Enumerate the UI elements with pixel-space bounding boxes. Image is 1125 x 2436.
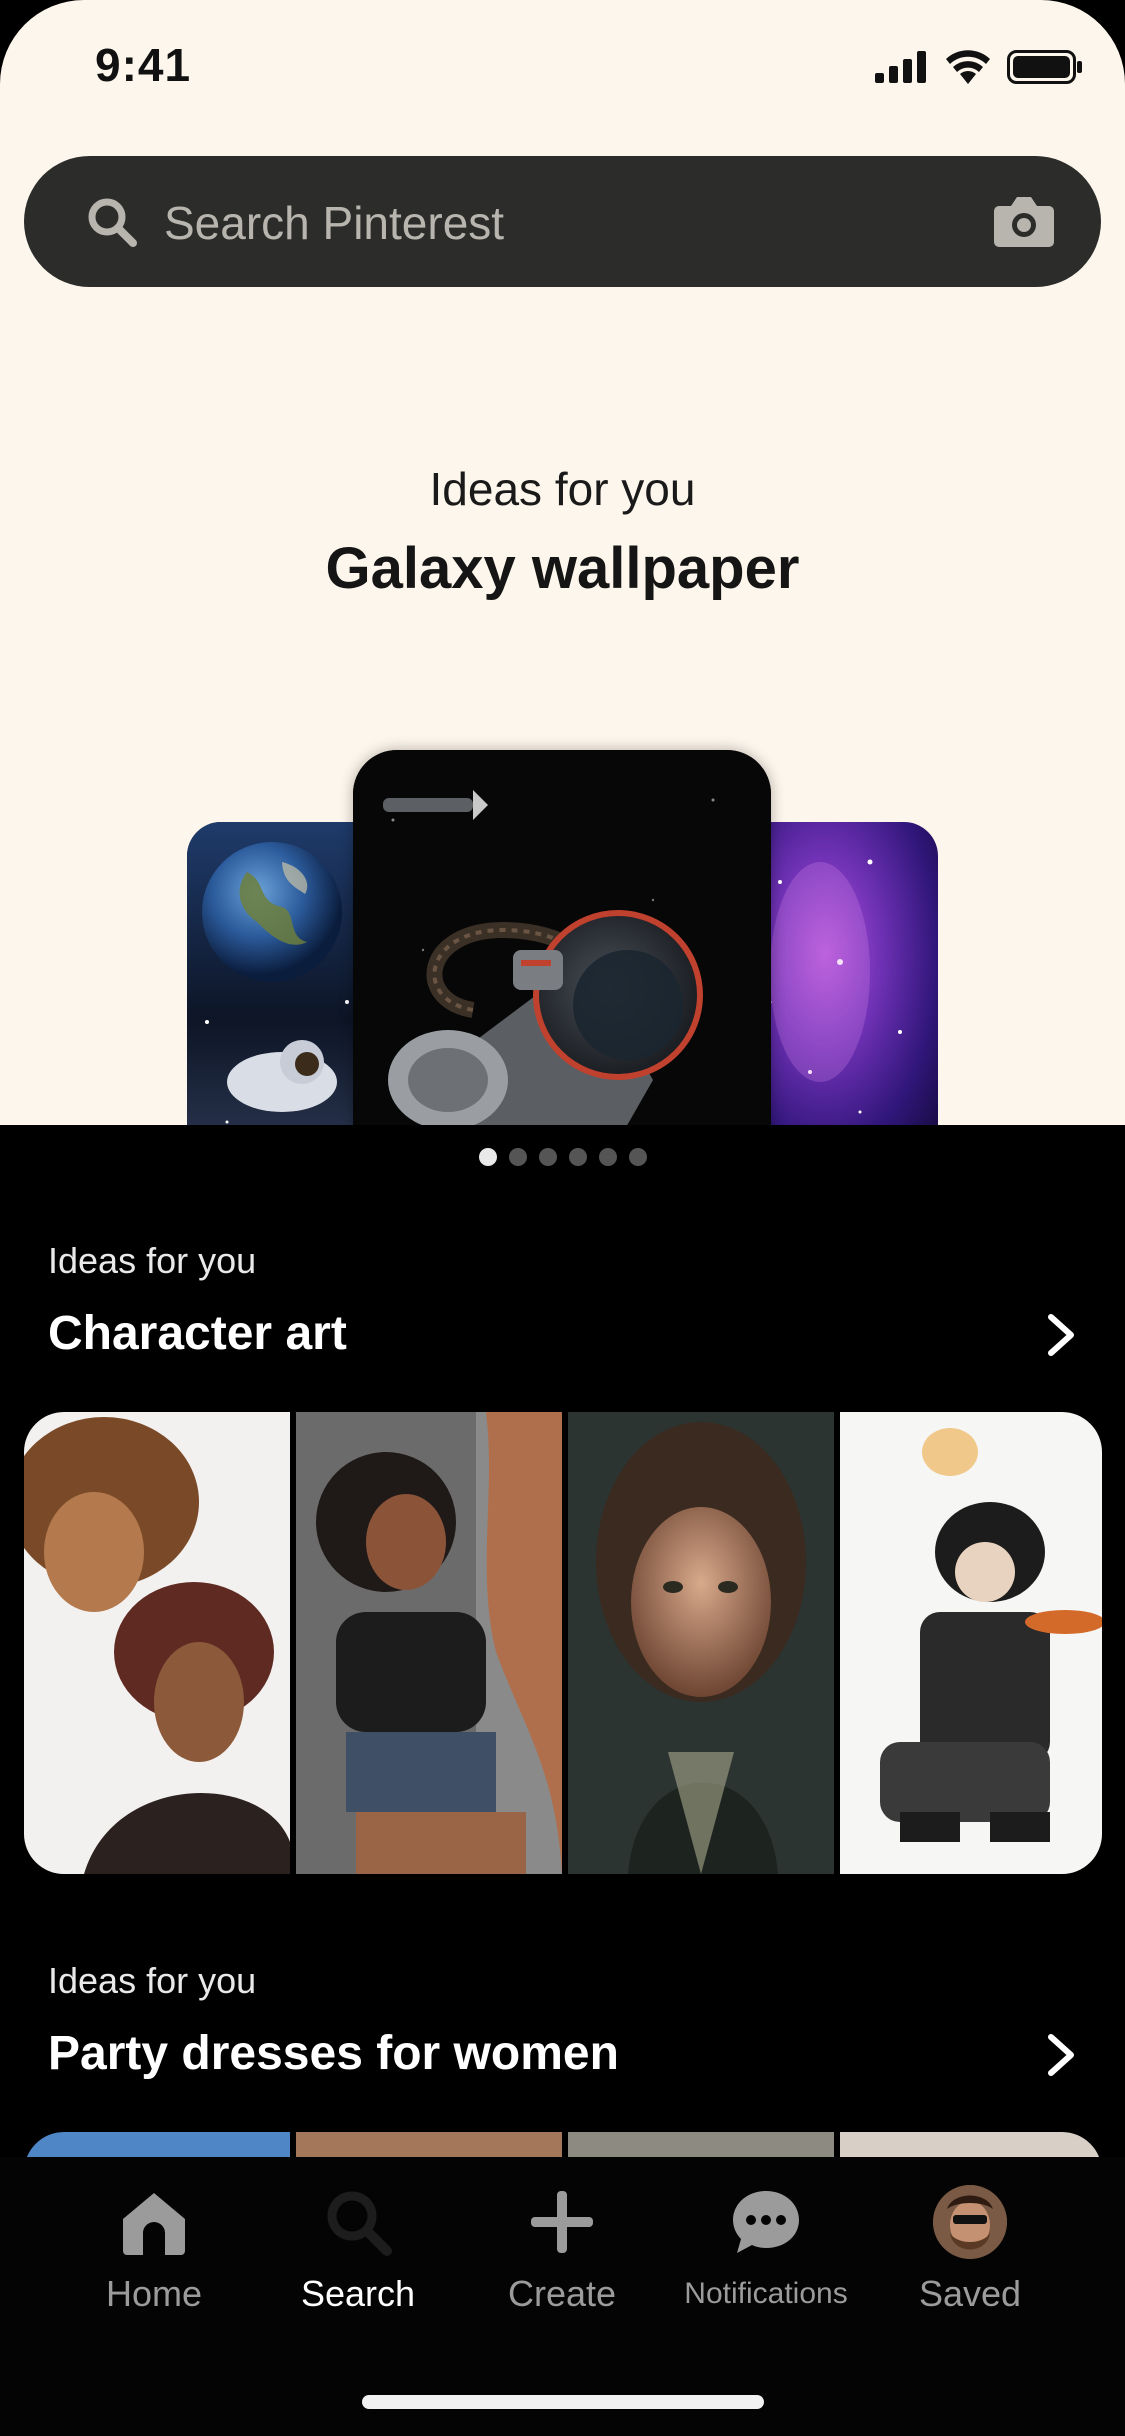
tab-home[interactable]: Home: [52, 2185, 256, 2355]
pin-thumbnail[interactable]: [568, 1412, 834, 1874]
tab-notifications-label: Notifications: [684, 2277, 848, 2310]
pin-thumbnail[interactable]: [24, 1412, 290, 1874]
pinterest-search-screen: 9:41 Search Pinterest Ideas for you Gala…: [0, 0, 1125, 2436]
chevron-right-icon[interactable]: [1045, 1313, 1077, 1357]
galaxy-wallpaper-card-nebula[interactable]: [750, 822, 938, 1125]
pin-thumbnail[interactable]: [296, 1412, 562, 1874]
chat-bubble-icon: [733, 2191, 799, 2253]
pin-thumbnail[interactable]: [840, 1412, 1102, 1874]
search-icon: [327, 2191, 392, 2256]
avatar: [933, 2185, 1007, 2259]
search-input[interactable]: Search Pinterest: [164, 196, 504, 250]
carousel-dot-2[interactable]: [508, 1148, 527, 1166]
search-icon: [88, 198, 137, 247]
section-label-character-art: Ideas for you: [48, 1240, 257, 1281]
carousel-dot-5[interactable]: [598, 1148, 617, 1166]
hero-title[interactable]: Galaxy wallpaper: [0, 535, 1125, 602]
tab-create-label: Create: [507, 2273, 617, 2314]
plus-icon: [531, 2191, 593, 2253]
tab-search[interactable]: Search: [256, 2185, 460, 2355]
galaxy-wallpaper-card-astronaut[interactable]: [353, 750, 771, 1125]
chevron-right-icon[interactable]: [1045, 2033, 1077, 2077]
hero-panel: 9:41 Search Pinterest Ideas for you Gala…: [0, 0, 1125, 1125]
tab-saved[interactable]: Saved: [868, 2185, 1072, 2355]
wifi-icon: [946, 50, 990, 84]
status-icons: [875, 50, 1083, 84]
section-label-party-dresses: Ideas for you: [48, 1960, 257, 2001]
home-indicator: [362, 2395, 764, 2409]
tab-search-label: Search: [300, 2273, 416, 2314]
search-bar[interactable]: Search Pinterest: [24, 156, 1101, 287]
section-title-character-art[interactable]: Character art: [48, 1306, 347, 1361]
tab-home-label: Home: [105, 2273, 203, 2314]
cellular-signal-icon: [875, 51, 926, 83]
hero-subtitle: Ideas for you: [429, 463, 696, 515]
section-title-party-dresses[interactable]: Party dresses for women: [48, 2026, 619, 2081]
carousel-pagination: [0, 1148, 1125, 1166]
carousel-dot-1[interactable]: [478, 1148, 497, 1166]
status-bar: 9:41: [0, 0, 1125, 135]
tab-create[interactable]: Create: [460, 2185, 664, 2355]
carousel-dot-3[interactable]: [538, 1148, 557, 1166]
character-art-pin-strip: [24, 1412, 1102, 1874]
carousel-dot-4[interactable]: [568, 1148, 587, 1166]
camera-icon[interactable]: [993, 192, 1055, 248]
carousel-dot-6[interactable]: [628, 1148, 647, 1166]
tab-notifications[interactable]: Notifications: [664, 2185, 868, 2355]
status-time: 9:41: [95, 39, 192, 91]
home-icon: [123, 2193, 185, 2255]
tab-saved-label: Saved: [918, 2273, 1022, 2314]
battery-icon: [1007, 50, 1082, 84]
